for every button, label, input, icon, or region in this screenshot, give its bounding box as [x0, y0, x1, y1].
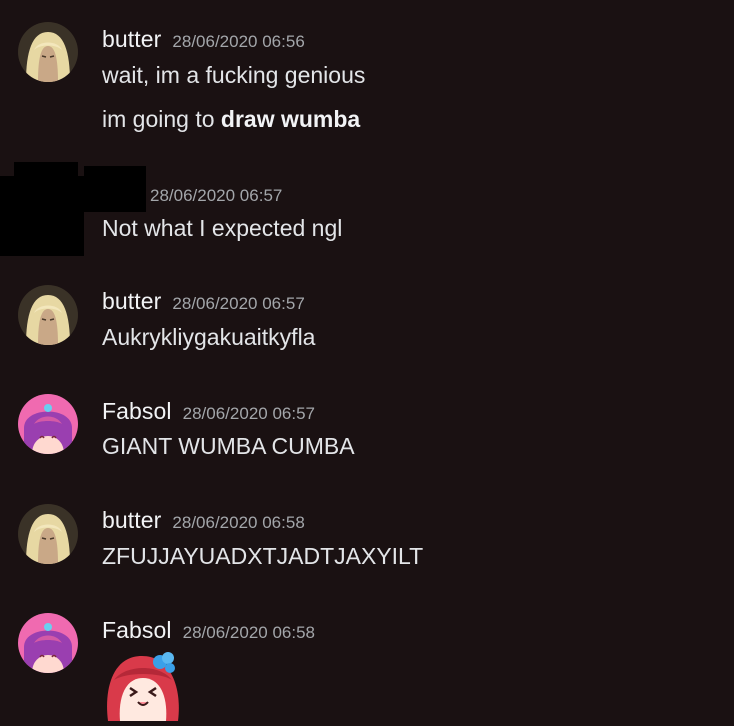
message-header: Fabsol 28/06/2020 06:57 — [102, 398, 315, 425]
message-text-plain: im going to — [102, 106, 221, 132]
username[interactable]: Fabsol — [102, 398, 172, 424]
fabsol-avatar-icon — [18, 394, 78, 454]
username[interactable]: Fabsol — [102, 617, 172, 643]
message-text: ZFUJJAYUADXTJADTJAXYILT — [102, 543, 424, 569]
redaction-box — [0, 176, 84, 256]
timestamp: 28/06/2020 06:58 — [182, 623, 315, 642]
message-header: butter 28/06/2020 06:58 — [102, 507, 305, 534]
avatar[interactable] — [18, 613, 78, 673]
redaction-box — [84, 166, 146, 212]
message-text: Not what I expected ngl — [102, 215, 343, 241]
message-header: butter 28/06/2020 06:56 — [102, 26, 305, 53]
happy-anime-girl-emoji-icon — [107, 652, 179, 721]
message-text: im going to draw wumba — [102, 106, 360, 133]
avatar[interactable] — [18, 394, 78, 454]
butter-avatar-icon — [18, 22, 78, 82]
message-header: Fabsol 28/06/2020 06:58 — [102, 617, 315, 644]
timestamp: 28/06/2020 06:56 — [172, 32, 305, 51]
avatar[interactable] — [18, 504, 78, 564]
fabsol-avatar-icon — [18, 613, 78, 673]
message-text-bold: draw wumba — [220, 106, 361, 132]
username[interactable]: butter — [102, 288, 161, 314]
happy-anime-girl-emoji[interactable] — [102, 650, 184, 721]
message-text: GIANT WUMBA CUMBA — [102, 433, 355, 459]
username[interactable]: butter — [102, 26, 161, 52]
message-text: wait, im a fucking genious — [102, 62, 366, 88]
timestamp: 28/06/2020 06:57 — [172, 294, 305, 313]
message-text: Aukrykliygakuaitkyfla — [102, 324, 316, 350]
username[interactable]: butter — [102, 507, 161, 533]
butter-avatar-icon — [18, 504, 78, 564]
timestamp: 28/06/2020 06:57 — [182, 404, 315, 423]
timestamp: 28/06/2020 06:57 — [150, 186, 283, 205]
message-header: butter 28/06/2020 06:57 — [102, 288, 305, 315]
timestamp: 28/06/2020 06:58 — [172, 513, 305, 532]
butter-avatar-icon — [18, 285, 78, 345]
avatar[interactable] — [18, 22, 78, 82]
avatar[interactable] — [18, 285, 78, 345]
message-header: 28/06/2020 06:57 — [150, 180, 282, 207]
